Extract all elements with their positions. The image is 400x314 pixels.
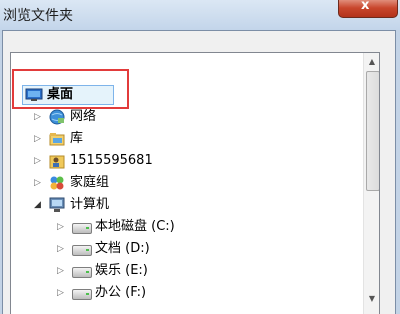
scroll-up-icon[interactable]: ▲ bbox=[365, 54, 379, 70]
tree-item-network[interactable]: ▷ 网络 bbox=[11, 106, 361, 128]
scroll-down-icon[interactable]: ▼ bbox=[365, 291, 379, 307]
expand-arrow-icon[interactable]: ▷ bbox=[57, 216, 67, 238]
tree-item-label: 库 bbox=[70, 131, 84, 146]
tree-item-label: 1515595681 bbox=[70, 153, 153, 168]
tree-item-computer[interactable]: ◢ 计算机 bbox=[11, 194, 361, 216]
tree-item-drive-e[interactable]: ▷ 娱乐 (E:) bbox=[11, 260, 361, 282]
expand-arrow-icon[interactable]: ▷ bbox=[34, 128, 44, 150]
user-folder-icon bbox=[49, 153, 65, 169]
annotation-highlight-box bbox=[12, 69, 129, 109]
tree-item-label: 办公 (F:) bbox=[95, 285, 147, 300]
tree-item-drive-f[interactable]: ▷ 办公 (F:) bbox=[11, 282, 361, 304]
scrollbar-thumb[interactable] bbox=[366, 71, 379, 191]
library-icon bbox=[49, 131, 65, 147]
tree-item-label: 文档 (D:) bbox=[95, 241, 150, 256]
close-button[interactable]: x bbox=[338, 0, 398, 18]
drive-icon bbox=[72, 223, 92, 234]
tree-item-label: 本地磁盘 (C:) bbox=[95, 219, 175, 234]
tree-item-drive-d[interactable]: ▷ 文档 (D:) bbox=[11, 238, 361, 260]
tree-item-library[interactable]: ▷ 库 bbox=[11, 128, 361, 150]
drive-icon bbox=[72, 245, 92, 256]
expand-arrow-icon[interactable]: ▷ bbox=[34, 106, 44, 128]
close-icon: x bbox=[361, 0, 370, 13]
tree-item-homegroup[interactable]: ▷ 家庭组 bbox=[11, 172, 361, 194]
tree-item-user-folder[interactable]: ▷ 1515595681 bbox=[11, 150, 361, 172]
title-bar: 浏览文件夹 x bbox=[0, 0, 400, 30]
expand-arrow-icon[interactable]: ▷ bbox=[57, 282, 67, 304]
tree-item-label: 家庭组 bbox=[70, 175, 110, 190]
tree-item-label: 娱乐 (E:) bbox=[95, 263, 148, 278]
expand-arrow-icon[interactable]: ▷ bbox=[57, 238, 67, 260]
vertical-scrollbar[interactable]: ▲ ▼ bbox=[363, 53, 379, 314]
homegroup-icon bbox=[49, 175, 65, 191]
tree-item-label: 网络 bbox=[70, 109, 97, 124]
window-title: 浏览文件夹 bbox=[3, 8, 73, 24]
tree-item-label: 计算机 bbox=[70, 197, 110, 212]
drive-icon bbox=[72, 267, 92, 278]
expand-arrow-icon[interactable]: ▷ bbox=[57, 260, 67, 282]
computer-icon bbox=[49, 197, 65, 213]
drive-icon bbox=[72, 289, 92, 300]
collapse-arrow-icon[interactable]: ◢ bbox=[34, 194, 44, 216]
expand-arrow-icon[interactable]: ▷ bbox=[34, 172, 44, 194]
tree-item-drive-c[interactable]: ▷ 本地磁盘 (C:) bbox=[11, 216, 361, 238]
expand-arrow-icon[interactable]: ▷ bbox=[34, 150, 44, 172]
network-icon bbox=[49, 109, 65, 125]
